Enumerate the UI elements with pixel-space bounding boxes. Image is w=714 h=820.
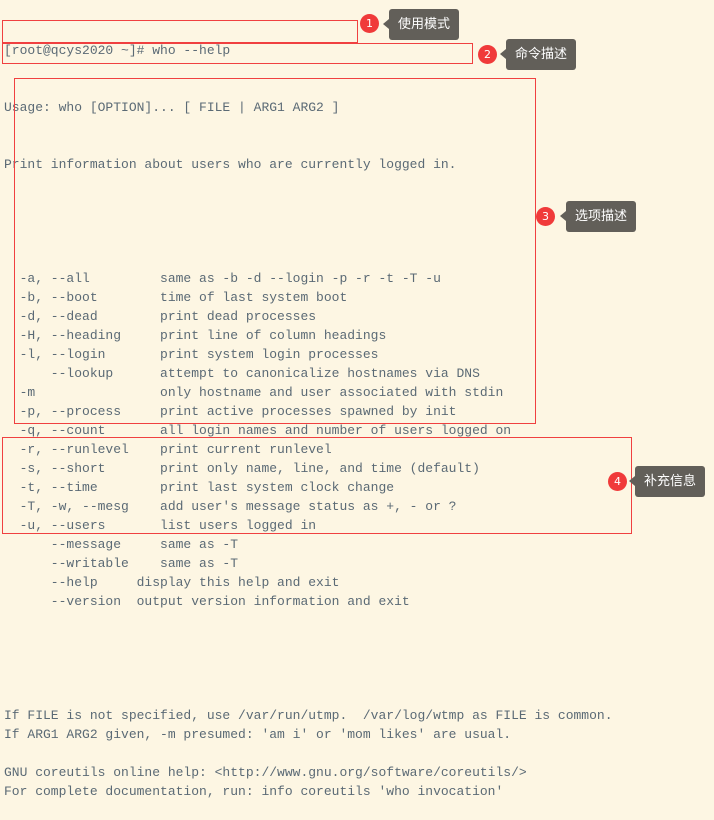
note-line: If ARG1 ARG2 given, -m presumed: 'am i' … [4, 727, 512, 742]
option-line: --message same as -T [4, 537, 239, 552]
option-line: --help display this help and exit [4, 575, 340, 590]
options-highlight-box [14, 78, 536, 424]
annotation-badge-1: 1 [360, 14, 379, 33]
annotation-label-1: 使用模式 [382, 9, 460, 40]
notes-highlight-box [2, 437, 632, 534]
description-highlight-box [2, 43, 473, 64]
option-line: --writable same as -T [4, 556, 239, 571]
note-line: If FILE is not specified, use /var/run/u… [4, 708, 613, 723]
note-line: GNU coreutils online help: <http://www.g… [4, 765, 527, 780]
note-line: For complete documentation, run: info co… [4, 784, 504, 799]
option-line: --version output version information and… [4, 594, 410, 609]
annotation-label-3: 选项描述 [559, 201, 637, 232]
annotation-badge-4: 4 [608, 472, 627, 491]
annotation-badge-3: 3 [536, 207, 555, 226]
annotation-badge-2: 2 [478, 45, 497, 64]
notes-list: If FILE is not specified, use /var/run/u… [4, 706, 613, 801]
annotation-label-4: 补充信息 [628, 466, 706, 497]
annotation-label-2: 命令描述 [499, 39, 577, 70]
usage-highlight-box [2, 20, 358, 43]
note-line [4, 744, 613, 763]
